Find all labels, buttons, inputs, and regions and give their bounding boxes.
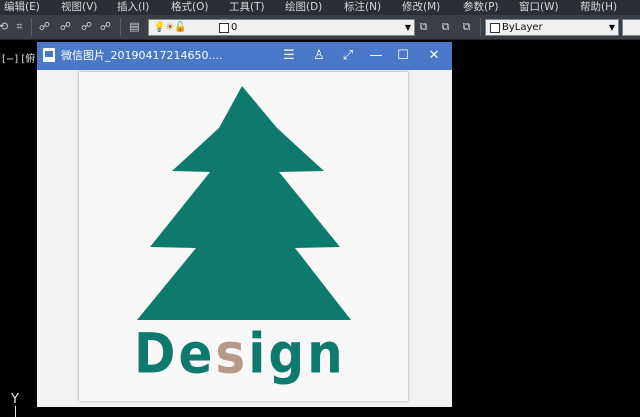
toolbar-separator: [480, 18, 481, 36]
layer-tool-icon-1[interactable]: ⧉: [416, 19, 431, 34]
layer-color-swatch: [219, 23, 229, 33]
ucs-axis-line: [15, 406, 16, 417]
lineweight-dropdown[interactable]: [622, 19, 640, 36]
menu-modify[interactable]: 修改(M): [402, 0, 440, 14]
toolbar: ⟲ ⌗ ☍ ☍ ☍ ☍ ▤ 💡☀🔓 0 ▼ ⧉ ⧉ ⧉ ByLayer ▼: [0, 14, 640, 40]
layer-value: 0: [231, 22, 238, 33]
linetype-color-swatch: [490, 23, 500, 33]
viewer-canvas: Design: [37, 70, 452, 407]
toolbar-separator: [31, 18, 32, 36]
chevron-down-icon[interactable]: ▼: [606, 20, 618, 35]
design-wordmark: Design: [134, 324, 354, 383]
image-viewer-window: 微信图片_20190417214650.... ☰ ♙ ⤢ — ☐ ✕ Desi…: [37, 42, 452, 407]
ucs-y-axis-label: Y: [11, 392, 19, 407]
menu-edit[interactable]: 编辑(E): [4, 0, 40, 14]
menu-insert[interactable]: 插入(I): [117, 0, 149, 14]
linetype-value: ByLayer: [502, 22, 543, 33]
design-text-accent: s: [215, 321, 249, 386]
tool-icon-6[interactable]: ☍: [98, 19, 113, 34]
displayed-image[interactable]: Design: [79, 72, 408, 401]
chevron-down-icon[interactable]: ▼: [402, 20, 414, 35]
design-text-part-1: De: [134, 321, 216, 386]
menu-help[interactable]: 帮助(H): [580, 0, 617, 14]
image-file-icon: [43, 48, 55, 62]
menu-draw[interactable]: 绘图(D): [285, 0, 322, 14]
layer-dropdown[interactable]: 💡☀🔓 0 ▼: [148, 19, 415, 36]
tree-shape: [137, 86, 351, 320]
menu-window[interactable]: 窗口(W): [519, 0, 559, 14]
menu-parameter[interactable]: 参数(P): [463, 0, 499, 14]
menu-bar: 编辑(E) 视图(V) 插入(I) 格式(O) 工具(T) 绘图(D) 标注(N…: [0, 0, 640, 14]
skin-icon[interactable]: ♙: [309, 46, 329, 66]
linetype-dropdown[interactable]: ByLayer ▼: [485, 19, 619, 36]
menu-icon[interactable]: ☰: [279, 46, 299, 66]
tool-icon-1[interactable]: ⟲: [0, 19, 11, 34]
fullscreen-icon[interactable]: ⤢: [338, 46, 358, 66]
minimize-icon[interactable]: —: [366, 46, 386, 66]
menu-format[interactable]: 格式(O): [171, 0, 208, 14]
tool-icon-3[interactable]: ☍: [37, 19, 52, 34]
layer-tool-icon-3[interactable]: ⧉: [459, 19, 474, 34]
close-icon[interactable]: ✕: [424, 46, 444, 66]
tool-icon-2[interactable]: ⌗: [12, 19, 27, 34]
toolbar-separator: [120, 18, 121, 36]
menu-view[interactable]: 视图(V): [61, 0, 97, 14]
layer-state-icons: 💡☀🔓: [153, 22, 187, 33]
menu-tools[interactable]: 工具(T): [229, 0, 265, 14]
layer-manager-icon[interactable]: ▤: [127, 19, 142, 34]
viewer-title: 微信图片_20190417214650....: [61, 49, 223, 62]
viewer-title-bar[interactable]: 微信图片_20190417214650.... ☰ ♙ ⤢ — ☐ ✕: [37, 42, 452, 70]
menu-dimension[interactable]: 标注(N): [344, 0, 381, 14]
tool-icon-4[interactable]: ☍: [58, 19, 73, 34]
layer-tool-icon-2[interactable]: ⧉: [438, 19, 453, 34]
viewport-label[interactable]: [−] [俯: [2, 50, 35, 65]
maximize-icon[interactable]: ☐: [393, 46, 413, 66]
tool-icon-5[interactable]: ☍: [79, 19, 94, 34]
design-text-part-2: ign: [248, 321, 346, 386]
